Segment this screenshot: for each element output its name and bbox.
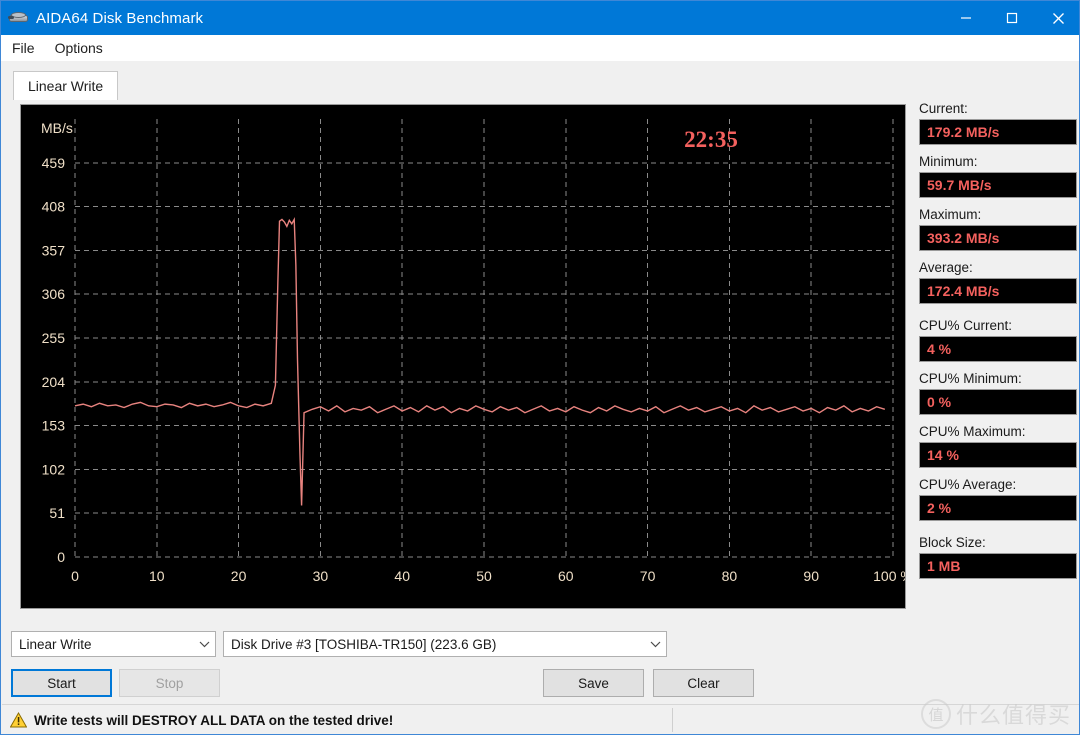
chevron-down-icon [644, 641, 666, 648]
stat-minimum-label: Minimum: [919, 154, 978, 169]
svg-text:102: 102 [42, 461, 66, 477]
stat-cpu-average: CPU% Average: 2 % [919, 477, 1077, 521]
tab-linear-write[interactable]: Linear Write [13, 71, 119, 100]
chevron-down-icon [193, 641, 215, 648]
svg-text:50: 50 [476, 568, 492, 584]
svg-text:357: 357 [42, 242, 66, 258]
save-button[interactable]: Save [543, 669, 644, 697]
stat-maximum: Maximum: 393.2 MB/s [919, 207, 1077, 251]
title-bar: AIDA64 Disk Benchmark [1, 1, 1079, 35]
statistics-sidebar: Current: 179.2 MB/s Minimum: 59.7 MB/s M… [919, 101, 1077, 588]
svg-text:90: 90 [803, 568, 819, 584]
svg-text:408: 408 [42, 199, 66, 215]
stat-cpu-minimum: CPU% Minimum: 0 % [919, 371, 1077, 415]
svg-text:306: 306 [42, 286, 66, 302]
svg-text:80: 80 [722, 568, 738, 584]
menu-item-options[interactable]: Options [46, 37, 112, 59]
stat-maximum-value: 393.2 MB/s [919, 225, 1077, 251]
stat-block-size-value: 1 MB [919, 553, 1077, 579]
warning-triangle-icon [9, 711, 28, 728]
stat-block-size: Block Size: 1 MB [919, 535, 1077, 579]
svg-text:10: 10 [149, 568, 165, 584]
stat-cpu-current: CPU% Current: 4 % [919, 318, 1077, 362]
stat-cpu-maximum: CPU% Maximum: 14 % [919, 424, 1077, 468]
maximize-button[interactable] [989, 1, 1035, 35]
aida64-disk-benchmark-window: AIDA64 Disk Benchmark File Options Linea… [0, 0, 1080, 735]
svg-text:100 %: 100 % [873, 568, 905, 584]
warning-message: Write tests will DESTROY ALL DATA on the… [34, 712, 394, 728]
drive-select[interactable]: Disk Drive #3 [TOSHIBA-TR150] (223.6 GB) [223, 631, 667, 657]
svg-text:51: 51 [49, 505, 65, 521]
menu-bar: File Options [1, 35, 1079, 61]
stop-button: Stop [119, 669, 220, 697]
stat-cpu-average-value: 2 % [919, 495, 1077, 521]
close-button[interactable] [1035, 1, 1079, 35]
disk-drive-icon [8, 7, 30, 29]
svg-text:459: 459 [42, 155, 66, 171]
stat-cpu-minimum-value: 0 % [919, 389, 1077, 415]
stat-average: Average: 172.4 MB/s [919, 260, 1077, 304]
stat-block-size-label: Block Size: [919, 535, 986, 550]
stat-cpu-minimum-label: CPU% Minimum: [919, 371, 1022, 386]
svg-text:255: 255 [42, 330, 66, 346]
stat-current: Current: 179.2 MB/s [919, 101, 1077, 145]
clear-button[interactable]: Clear [653, 669, 754, 697]
stat-average-value: 172.4 MB/s [919, 278, 1077, 304]
stat-maximum-label: Maximum: [919, 207, 982, 222]
svg-text:204: 204 [42, 374, 66, 390]
stat-cpu-maximum-label: CPU% Maximum: [919, 424, 1026, 439]
benchmark-chart: MB/s 0 51 102 153 204 255 306 357 408 459 0 10 20 30 40… [20, 104, 906, 609]
benchmark-mode-value: Linear Write [19, 636, 92, 652]
stat-cpu-current-label: CPU% Current: [919, 318, 1013, 333]
svg-text:22:35: 22:35 [684, 127, 738, 152]
svg-text:20: 20 [231, 568, 247, 584]
svg-text:153: 153 [42, 418, 66, 434]
stat-cpu-maximum-value: 14 % [919, 442, 1077, 468]
stat-minimum-value: 59.7 MB/s [919, 172, 1077, 198]
stat-cpu-current-value: 4 % [919, 336, 1077, 362]
drive-select-value: Disk Drive #3 [TOSHIBA-TR150] (223.6 GB) [231, 636, 497, 652]
svg-text:0: 0 [57, 549, 65, 565]
menu-item-file[interactable]: File [3, 37, 44, 59]
start-button[interactable]: Start [11, 669, 112, 697]
status-separator [672, 708, 673, 732]
window-title: AIDA64 Disk Benchmark [36, 9, 204, 27]
svg-text:60: 60 [558, 568, 574, 584]
svg-text:0: 0 [71, 568, 79, 584]
minimize-button[interactable] [943, 1, 989, 35]
stat-minimum: Minimum: 59.7 MB/s [919, 154, 1077, 198]
stat-cpu-average-label: CPU% Average: [919, 477, 1017, 492]
stat-current-label: Current: [919, 101, 968, 116]
stat-average-label: Average: [919, 260, 973, 275]
svg-text:40: 40 [394, 568, 410, 584]
tab-strip: Linear Write [11, 71, 1071, 101]
svg-text:30: 30 [313, 568, 329, 584]
status-bar: Write tests will DESTROY ALL DATA on the… [2, 704, 1079, 734]
svg-text:MB/s: MB/s [41, 120, 73, 136]
benchmark-mode-select[interactable]: Linear Write [11, 631, 216, 657]
stat-current-value: 179.2 MB/s [919, 119, 1077, 145]
svg-text:70: 70 [640, 568, 656, 584]
